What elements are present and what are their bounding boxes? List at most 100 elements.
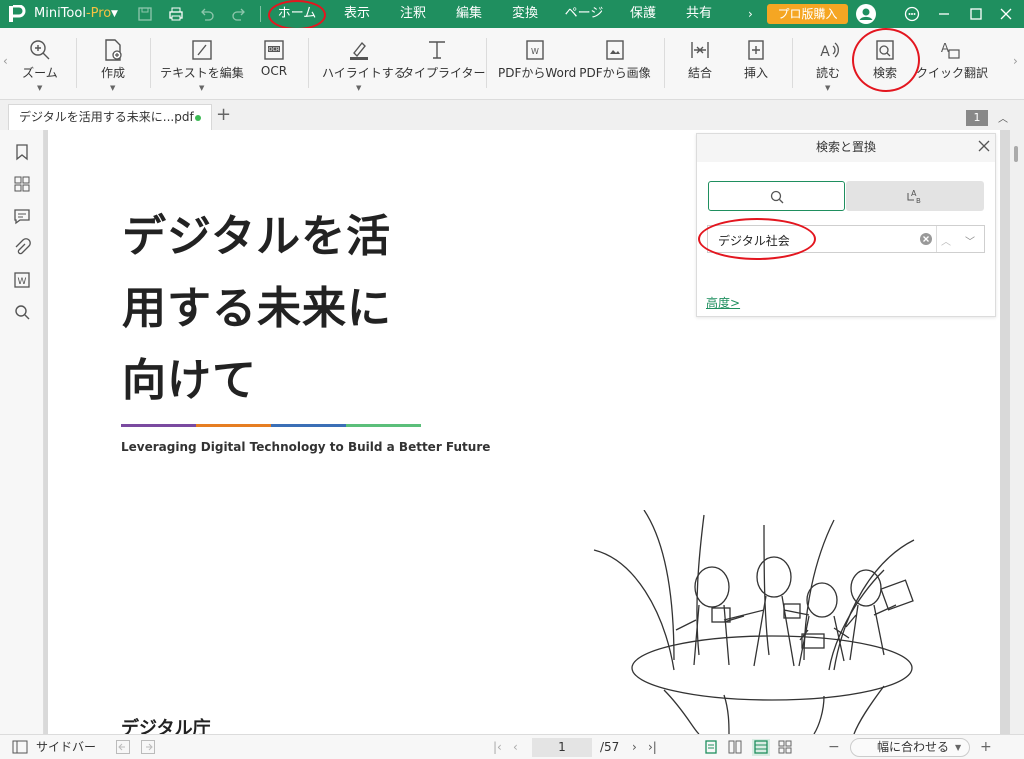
undo-icon[interactable] bbox=[199, 6, 215, 22]
continuous-view-icon[interactable] bbox=[752, 739, 770, 756]
zoom-button[interactable]: ズーム ▼ bbox=[18, 28, 62, 100]
collapse-icon[interactable]: ︿ bbox=[998, 110, 1008, 125]
insert-page-icon bbox=[748, 40, 764, 60]
insert-button[interactable]: 挿入 bbox=[736, 28, 776, 100]
svg-text:W: W bbox=[531, 47, 539, 56]
read-aloud-icon: A bbox=[820, 42, 839, 60]
document-subtitle: Leveraging Digital Technology to Build a… bbox=[121, 440, 491, 454]
close-panel-icon[interactable] bbox=[977, 139, 991, 156]
total-pages: /57 bbox=[600, 740, 620, 754]
sidebar-toggle-label[interactable]: サイドバー bbox=[36, 735, 96, 759]
zoom-in-icon[interactable]: + bbox=[980, 735, 992, 759]
panel-title: 検索と置換 bbox=[697, 134, 995, 162]
replace-mode-tab[interactable]: AB bbox=[846, 181, 984, 211]
document-tab-bar: デジタルを活用する未来に...pdf + 1 ︿ bbox=[0, 100, 1024, 130]
print-icon[interactable] bbox=[168, 6, 184, 22]
create-button[interactable]: 作成 ▼ bbox=[92, 28, 134, 100]
attachment-icon[interactable] bbox=[12, 238, 32, 258]
app-name: MiniTool-Pro bbox=[34, 6, 112, 21]
document-title-line-2: 用する未来に bbox=[122, 283, 392, 334]
previous-page-icon[interactable]: ‹ bbox=[513, 735, 518, 759]
svg-text:A: A bbox=[820, 44, 830, 60]
last-page-icon[interactable]: ›| bbox=[648, 735, 657, 759]
svg-text:W: W bbox=[18, 277, 27, 287]
back-icon[interactable] bbox=[116, 740, 130, 757]
search-mode-tab[interactable] bbox=[708, 181, 845, 211]
typewriter-icon bbox=[429, 41, 445, 59]
maximize-icon[interactable] bbox=[968, 6, 984, 22]
highlight-icon bbox=[350, 41, 368, 60]
pdf-to-image-button[interactable]: PDFから画像 bbox=[578, 28, 652, 100]
zoom-icon bbox=[30, 40, 50, 60]
zoom-out-icon[interactable]: − bbox=[828, 735, 840, 759]
create-document-icon bbox=[105, 39, 122, 61]
highlight-button[interactable]: ハイライトする ▼ bbox=[322, 28, 406, 100]
document-title-line-3: 向けて bbox=[122, 355, 257, 406]
merge-button[interactable]: 結合 bbox=[680, 28, 720, 100]
next-page-icon[interactable]: › bbox=[632, 735, 637, 759]
menu-protect[interactable]: 保護 bbox=[620, 0, 666, 28]
read-caret-icon: ▼ bbox=[825, 84, 831, 92]
edit-text-button[interactable]: テキストを編集 ▼ bbox=[160, 28, 244, 100]
page-number-input[interactable]: 1 bbox=[532, 738, 592, 757]
two-page-view-icon[interactable] bbox=[728, 740, 742, 757]
redo-icon[interactable] bbox=[231, 6, 247, 22]
annotation-circle-query bbox=[698, 218, 816, 260]
save-icon[interactable] bbox=[137, 6, 153, 22]
buy-pro-button[interactable]: プロ版購入 bbox=[767, 4, 848, 24]
user-avatar-icon[interactable] bbox=[856, 4, 876, 24]
translate-icon: A bbox=[941, 41, 960, 59]
title-bar: MiniTool-Pro ▼ ホーム 表示 注釈 編集 変換 ページ 保護 共有… bbox=[0, 0, 1024, 28]
annotation-circle-search bbox=[852, 28, 920, 92]
thumbnails-icon[interactable] bbox=[12, 174, 32, 194]
app-menu-caret-icon[interactable]: ▼ bbox=[111, 0, 118, 28]
menu-edit[interactable]: 編集 bbox=[446, 0, 492, 28]
clear-search-icon[interactable] bbox=[919, 232, 933, 249]
single-page-view-icon[interactable] bbox=[704, 740, 718, 757]
comments-icon[interactable] bbox=[12, 206, 32, 226]
typewriter-button[interactable]: タイプライター bbox=[402, 28, 486, 100]
pdf-to-word-button[interactable]: W PDFからWord bbox=[498, 28, 576, 100]
quick-translate-button[interactable]: A クイック翻訳 bbox=[916, 28, 988, 100]
grid-view-icon[interactable] bbox=[778, 740, 792, 757]
menu-convert[interactable]: 変換 bbox=[502, 0, 548, 28]
document-tab-title: デジタルを活用する未来に...pdf bbox=[19, 110, 194, 124]
minimize-icon[interactable] bbox=[936, 6, 952, 22]
document-tab[interactable]: デジタルを活用する未来に...pdf bbox=[8, 104, 212, 130]
menu-view[interactable]: 表示 bbox=[334, 0, 380, 28]
previous-result-icon[interactable]: ︿ bbox=[941, 233, 951, 248]
unsaved-indicator bbox=[195, 115, 201, 121]
toolbar-scroll-right-icon[interactable]: › bbox=[1013, 54, 1018, 68]
status-bar: サイドバー |‹ ‹ 1 /57 › ›| − 幅に合わせる ▼ + bbox=[0, 734, 1024, 759]
sidebar-search-icon[interactable] bbox=[12, 302, 32, 322]
bookmark-icon[interactable] bbox=[12, 142, 32, 162]
edit-text-caret-icon: ▼ bbox=[199, 84, 205, 92]
sidebar-toggle-icon[interactable] bbox=[12, 740, 28, 757]
menu-share[interactable]: 共有 bbox=[676, 0, 722, 28]
menu-page[interactable]: ページ bbox=[558, 0, 610, 28]
svg-text:B: B bbox=[916, 197, 921, 205]
pdf-to-image-icon bbox=[606, 40, 624, 60]
magnifier-icon bbox=[770, 190, 784, 204]
zoom-select-caret-icon: ▼ bbox=[955, 743, 962, 752]
vertical-scrollbar[interactable] bbox=[1010, 130, 1024, 734]
word-icon[interactable]: W bbox=[12, 270, 32, 290]
zoom-select[interactable]: 幅に合わせる ▼ bbox=[850, 738, 970, 757]
toolbar-scroll-left-icon[interactable]: ‹ bbox=[3, 54, 8, 68]
color-rule bbox=[121, 424, 421, 427]
read-aloud-button[interactable]: A 読む ▼ bbox=[808, 28, 848, 100]
forward-icon[interactable] bbox=[141, 740, 155, 757]
new-tab-icon[interactable]: + bbox=[216, 104, 231, 126]
next-result-icon[interactable]: ﹀ bbox=[965, 233, 975, 248]
left-sidebar: W bbox=[0, 130, 44, 734]
close-window-icon[interactable] bbox=[998, 6, 1014, 22]
pdf-to-word-icon: W bbox=[526, 40, 544, 60]
menu-more-icon[interactable]: › bbox=[748, 0, 753, 28]
advanced-search-link[interactable]: 高度> bbox=[706, 294, 740, 311]
app-logo-icon bbox=[8, 4, 26, 23]
first-page-icon[interactable]: |‹ bbox=[493, 735, 502, 759]
feedback-icon[interactable] bbox=[904, 6, 920, 22]
ocr-button[interactable]: OCR OCR bbox=[254, 28, 294, 100]
people-illustration bbox=[593, 510, 915, 734]
menu-annotate[interactable]: 注釈 bbox=[390, 0, 436, 28]
